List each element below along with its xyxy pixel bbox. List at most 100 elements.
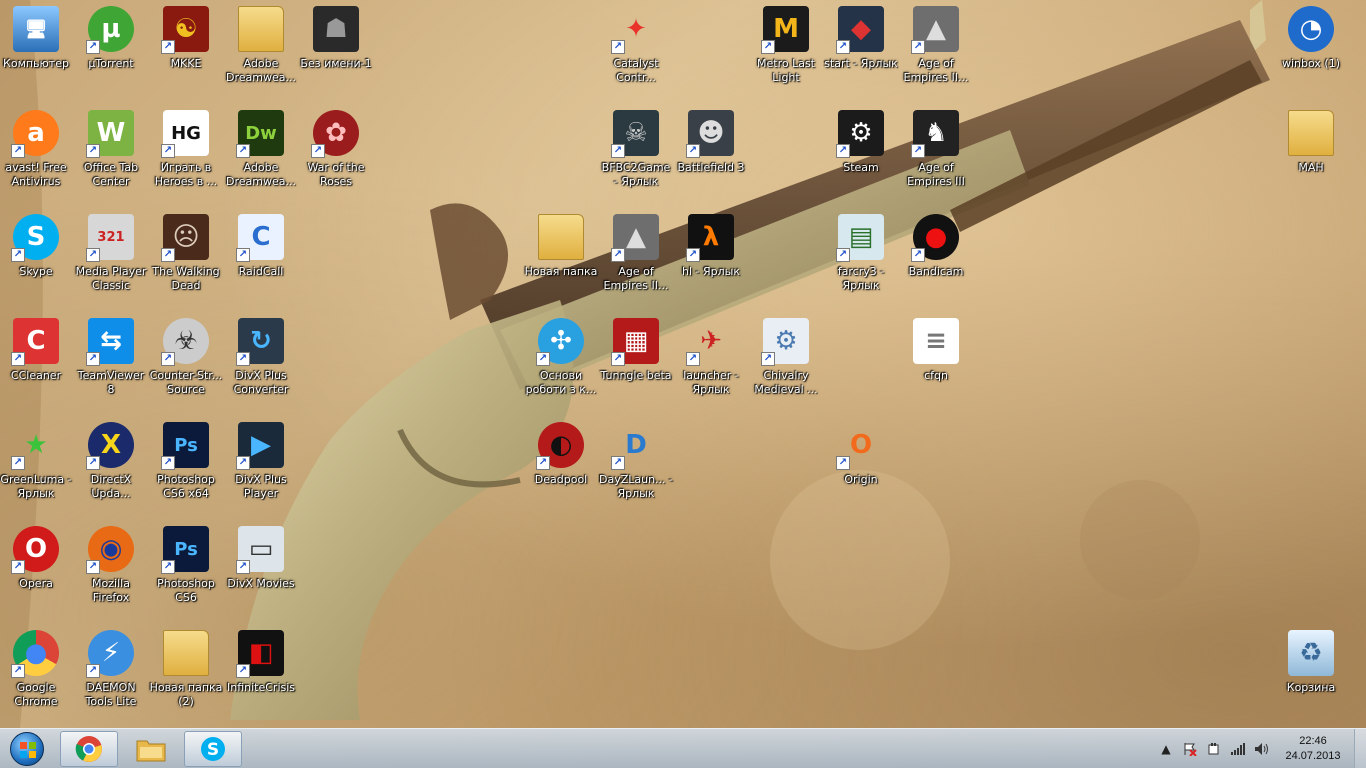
age-of-empires-icon: ▲ ↗ <box>911 6 959 54</box>
desktop-icon[interactable]: ♞ ↗ Age of Empires III <box>900 104 972 202</box>
desktop-icon-label: Adobe Dreamwea... <box>226 161 296 188</box>
desktop-icon[interactable]: λ ↗ hl - Ярлык <box>675 208 747 306</box>
desktop-icon[interactable]: ✿ ↗ War of the Roses <box>300 104 372 202</box>
desktop-icon[interactable]: ☣ ↗ Counter-Str... Source <box>150 312 222 410</box>
desktop-icon[interactable]: HG ↗ Играть в Heroes в ... <box>150 104 222 202</box>
desktop-icon[interactable]: ● ↗ Google Chrome <box>0 624 72 722</box>
desktop-icon-label: Counter-Str... Source <box>149 369 223 396</box>
office-tab-icon: W ↗ <box>86 110 134 158</box>
desktop-icon[interactable]: Ps ↗ Photoshop CS6 <box>150 520 222 618</box>
desktop-icon[interactable]: ⚙ ↗ Chivalry Medieval ... <box>750 312 822 410</box>
desktop-icon[interactable]: C ↗ CCleaner <box>0 312 72 410</box>
desktop-icon[interactable]: ⚙ ↗ Steam <box>825 104 897 202</box>
desktop-icon[interactable]: MAH <box>1275 104 1347 202</box>
desktop-icon[interactable]: ◧ ↗ InfiniteCrisis <box>225 624 297 722</box>
desktop-icon[interactable]: Новая папка (2) <box>150 624 222 722</box>
desktop-icon[interactable]: ☯ ↗ MKKE <box>150 0 222 98</box>
desktop-icon[interactable]: O ↗ Opera <box>0 520 72 618</box>
desktop-icon[interactable]: ★ ↗ GreenLuma - Ярлык <box>0 416 72 514</box>
shortcut-arrow-icon: ↗ <box>11 560 25 574</box>
opera-icon: O ↗ <box>11 526 59 574</box>
desktop-icon-label: winbox (1) <box>1282 57 1340 70</box>
desktop-icon[interactable]: ▲ ↗ Age of Empires II... <box>900 0 972 98</box>
start-button[interactable] <box>4 730 50 768</box>
desktop-icon[interactable]: C ↗ RaidCall <box>225 208 297 306</box>
desktop-icon[interactable]: Новая папка <box>525 208 597 306</box>
desktop-icon-label: InfiniteCrisis <box>226 681 296 694</box>
desktop-icon-label: Age of Empires II... <box>603 265 669 292</box>
shortcut-arrow-icon: ↗ <box>686 248 700 262</box>
desktop-icon[interactable]: ◉ ↗ Mozilla Firefox <box>75 520 147 618</box>
desktop-icon-label: Mozilla Firefox <box>92 577 130 604</box>
desktop-icon-label: BFBC2Game - Ярлык <box>601 161 671 188</box>
desktop-icon[interactable]: ▲ ↗ Age of Empires II... <box>600 208 672 306</box>
folder-icon <box>538 214 584 260</box>
desktop-icon[interactable]: M ↗ Metro Last Light <box>750 0 822 98</box>
desktop-icon[interactable]: µ ↗ µTorrent <box>75 0 147 98</box>
desktop-icon[interactable]: ≡ cfqn <box>900 312 972 410</box>
action-center-icon[interactable] <box>1180 739 1200 759</box>
shortcut-arrow-icon: ↗ <box>911 248 925 262</box>
desktop-icon[interactable]: ☹ ↗ The Walking Dead <box>150 208 222 306</box>
desktop-icon[interactable]: X ↗ DirectX Upda... <box>75 416 147 514</box>
desktop-icon[interactable]: ◆ ↗ start - Ярлык <box>824 0 898 98</box>
shortcut-arrow-icon: ↗ <box>11 664 25 678</box>
desktop-icon[interactable]: ◐ ↗ Deadpool <box>525 416 597 514</box>
taskbar-skype-button[interactable]: S <box>184 731 242 767</box>
shortcut-arrow-icon: ↗ <box>86 352 100 366</box>
desktop-icon[interactable]: ▤ ↗ farcry3 - Ярлык <box>825 208 897 306</box>
desktop-icon[interactable]: Dw ↗ Adobe Dreamwea... <box>225 104 297 202</box>
desktop-icon-label: Metro Last Light <box>757 57 815 84</box>
desktop-icon[interactable]: Ps ↗ Photoshop CS6 x64 <box>150 416 222 514</box>
chrome-icon <box>75 736 102 762</box>
desktop-icon[interactable]: 🖥 Компьютер <box>0 0 72 98</box>
desktop-icon[interactable]: ⇆ ↗ TeamViewer 8 <box>75 312 147 410</box>
taskbar-chrome-button[interactable] <box>60 731 118 767</box>
desktop-icon[interactable]: ✦ ↗ Catalyst Contr... <box>600 0 672 98</box>
volume-icon[interactable] <box>1252 739 1272 759</box>
photoshop-icon: Ps ↗ <box>161 526 209 574</box>
power-icon[interactable] <box>1204 739 1224 759</box>
desktop-icon[interactable]: ▭ ↗ DivX Movies <box>225 520 297 618</box>
desktop-icon-label: RaidCall <box>238 265 284 278</box>
desktop-icon[interactable]: ▶ ↗ DivX Plus Player <box>225 416 297 514</box>
taskbar-explorer-button[interactable] <box>122 731 180 767</box>
desktop-icon[interactable]: W ↗ Office Tab Center <box>75 104 147 202</box>
ccleaner-icon: C ↗ <box>11 318 59 366</box>
shortcut-arrow-icon: ↗ <box>236 352 250 366</box>
desktop-icon[interactable]: ▦ ↗ Tunngle beta <box>600 312 672 410</box>
desktop-icon[interactable]: ⚡ ↗ DAEMON Tools Lite <box>75 624 147 722</box>
clock[interactable]: 22:46 24.07.2013 <box>1278 734 1348 764</box>
desktop-icon-label: Chivalry Medieval ... <box>754 369 818 396</box>
desktop-icon[interactable]: 321 ↗ Media Player Classic <box>75 208 147 306</box>
desktop-icon[interactable]: ✈ ↗ launcher - Ярлык <box>675 312 747 410</box>
deadpool-icon: ◐ ↗ <box>536 422 584 470</box>
desktop-icon-label: Battlefield 3 <box>677 161 745 174</box>
desktop-icon[interactable]: ◔ winbox (1) <box>1275 0 1347 98</box>
show-hidden-icons-icon[interactable]: ▲ <box>1156 739 1176 759</box>
desktop-icon[interactable]: D ↗ DayZLaun... - Ярлык <box>599 416 673 514</box>
show-desktop-button[interactable] <box>1354 729 1366 768</box>
tunngle-icon: ▦ ↗ <box>611 318 659 366</box>
desktop-icon[interactable]: a ↗ avast! Free Antivirus <box>0 104 72 202</box>
heroes-icon: HG ↗ <box>161 110 209 158</box>
desktop-icon[interactable]: ✣ ↗ Основи роботи з к... <box>525 312 597 410</box>
raidcall-icon: C ↗ <box>236 214 284 262</box>
desktop-icon[interactable]: ☠ ↗ BFBC2Game - Ярлык <box>600 104 672 202</box>
desktop-icon[interactable]: ♻ Корзина <box>1275 624 1347 722</box>
desktop-icon-label: Новая папка (2) <box>149 681 223 708</box>
network-icon[interactable] <box>1228 739 1248 759</box>
shortcut-arrow-icon: ↗ <box>86 560 100 574</box>
desktop-icon-label: Новая папка <box>524 265 598 278</box>
clock-date: 24.07.2013 <box>1285 750 1341 762</box>
desktop-icon[interactable]: Adobe Dreamwea... <box>225 0 297 98</box>
desktop-icon[interactable]: ↻ ↗ DivX Plus Converter <box>225 312 297 410</box>
desktop-icon-label: Без имени-1 <box>300 57 372 70</box>
desktop-icon-label: Основи роботи з к... <box>525 369 597 396</box>
desktop-icon[interactable]: O ↗ Origin <box>825 416 897 514</box>
desktop-icon[interactable]: S ↗ Skype <box>0 208 72 306</box>
war-of-roses-icon: ✿ ↗ <box>311 110 359 158</box>
desktop-icon[interactable]: ● ↗ Bandicam <box>900 208 972 306</box>
desktop-icon[interactable]: ☻ ↗ Battlefield 3 <box>675 104 747 202</box>
desktop-icon[interactable]: ☗ Без имени-1 <box>300 0 372 98</box>
